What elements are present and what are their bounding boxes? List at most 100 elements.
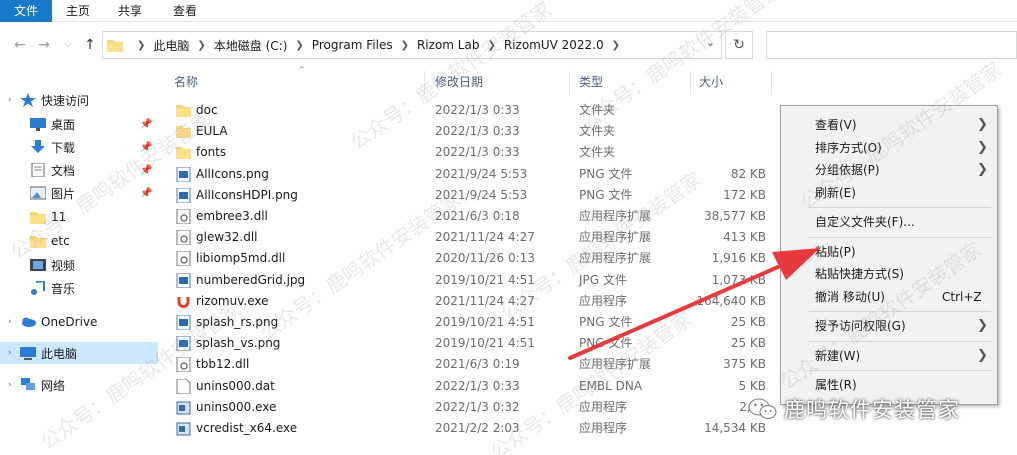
column-divider[interactable] [771,71,772,95]
pin-icon: 📌 [140,164,153,176]
sidebar-item[interactable]: 视频 [0,254,158,276]
breadcrumb-item[interactable]: RizomUV 2022.0 [504,38,604,52]
chevron-right-icon[interactable]: ❯ [401,40,409,51]
menu-item-label: 粘贴快捷方式(S) [815,267,904,281]
sidebar-item[interactable]: 文档 📌 [0,159,158,181]
tab-share[interactable]: 共享 [110,0,150,22]
search-input[interactable] [766,31,1017,59]
file-row[interactable]: splash_rs.png 2019/10/21 4:51 PNG 文件 25 KB [172,312,772,333]
file-row[interactable]: embree3.dll 2021/6/3 0:18 应用程序扩展 38,577 KB [172,206,772,227]
file-row[interactable]: AllIconsHDPI.png 2021/9/24 5:53 PNG 文件 172 … [172,185,772,206]
sidebar-item[interactable]: etc [0,230,158,252]
file-row[interactable]: fonts 2022/1/3 0:33 文件夹 [172,142,772,163]
menu-item-label: 自定义文件夹(F)... [815,215,915,229]
file-row[interactable]: libiomp5md.dll 2020/11/26 0:13 应用程序扩展 1,916… [172,248,772,269]
breadcrumb-item[interactable]: Rizom Lab [417,38,479,52]
address-bar[interactable]: ❯ 此电脑 ❯ 本地磁盘 (C:) ❯ Program Files ❯ Rizo… [102,31,722,59]
tab-home[interactable]: 主页 [58,0,98,22]
back-arrow-icon[interactable]: ← [10,35,30,55]
menu-item[interactable]: 查看(V) ❯ [781,114,997,136]
menu-item[interactable]: 排序方式(O) ❯ [781,137,997,159]
expand-chevron-icon[interactable]: › [8,348,18,358]
file-row[interactable]: doc 2022/1/3 0:33 文件夹 [172,100,772,121]
recent-locations-icon[interactable]: ⌵ [58,35,78,55]
breadcrumb-item[interactable]: 此电脑 [153,37,189,54]
expand-chevron-icon[interactable]: › [8,380,18,390]
file-row[interactable]: rizomuv.exe 2021/11/24 4:27 应用程序 164,640 KB [172,291,772,312]
column-divider[interactable] [690,71,691,95]
menu-item[interactable]: 粘贴快捷方式(S) [781,263,997,285]
file-size: 164,640 KB [696,293,766,308]
chevron-right-icon[interactable]: ❯ [487,40,495,51]
column-header-name[interactable]: 名称 [174,71,198,93]
column-header-type[interactable]: 类型 [579,71,603,93]
breadcrumb-item[interactable]: 本地磁盘 (C:) [214,37,288,54]
file-size: 172 KB [723,187,766,202]
file-row[interactable]: unins000.dat 2022/1/3 0:33 EMBL DNA 5 KB [172,376,772,397]
file-icon [176,208,191,225]
chevron-right-icon: ❯ [977,139,988,155]
menu-item[interactable]: 授予访问权限(G) ❯ [781,315,997,337]
sidebar-item[interactable]: 音乐 [0,277,158,299]
sidebar-item[interactable]: 11 [0,206,158,228]
sidebar-item-label: 下载 [51,140,76,155]
sidebar-item-label: 11 [51,210,67,224]
refresh-button[interactable]: ↻ [725,31,753,59]
menu-item-label: 授予访问权限(G) [815,319,906,333]
menu-item[interactable]: 刷新(E) [781,182,997,204]
chevron-right-icon[interactable]: ❯ [612,40,620,51]
file-row[interactable]: tbb12.dll 2021/6/3 0:19 应用程序扩展 375 KB [172,354,772,375]
chevron-right-icon[interactable]: ❯ [137,40,145,51]
file-size: 5 KB [738,378,766,393]
breadcrumb-item[interactable]: Program Files [312,38,393,52]
menu-item[interactable]: 撤消 移动(U) Ctrl+Z [781,286,997,308]
sidebar-item[interactable]: › 网络 [0,374,158,396]
file-row[interactable]: vcredist_x64.exe 2021/2/2 2:03 应用程序 14,534 … [172,418,772,439]
file-row[interactable]: splash_vs.png 2019/10/21 4:51 PNG 文件 25 KB [172,333,772,354]
sidebar-item[interactable]: 桌面 📌 [0,113,158,135]
sidebar-item[interactable]: 下载 📌 [0,136,158,158]
menu-item[interactable]: 分组依据(P) ❯ [781,159,997,181]
up-arrow-icon[interactable]: ↑ [80,35,100,55]
file-icon [176,356,191,373]
file-row[interactable]: AllIcons.png 2021/9/24 5:53 PNG 文件 82 KB [172,164,772,185]
menu-item-label: 属性(R) [815,378,857,392]
menu-separator [809,236,991,238]
chevron-right-icon[interactable]: ❯ [295,40,303,51]
sidebar-item[interactable]: 图片 📌 [0,182,158,204]
desktop-icon [30,117,46,131]
picture-icon [29,186,47,200]
menu-item[interactable]: 属性(R) [781,374,997,396]
tab-file[interactable]: 文件 [0,0,52,22]
file-name: fonts [196,145,227,160]
chevron-down-icon[interactable]: ⌄ [706,36,715,49]
file-date: 2021/6/3 0:18 [435,209,520,223]
column-divider[interactable] [569,71,570,95]
menu-item[interactable]: 新建(W) ❯ [781,345,997,367]
file-icon [176,250,191,267]
sidebar-item[interactable]: › 此电脑 [0,342,158,364]
file-row[interactable]: numberedGrid.jpg 2019/10/21 4:51 JPG 文件 1,0… [172,270,772,291]
menu-item[interactable]: 粘贴(P) [781,241,997,263]
forward-arrow-icon[interactable]: → [34,35,54,55]
chevron-right-icon[interactable]: ❯ [197,40,205,51]
file-row[interactable]: glew32.dll 2021/11/24 4:27 应用程序扩展 413 KB [172,227,772,248]
column-header-date[interactable]: 修改日期 [435,71,483,93]
file-name: numberedGrid.jpg [196,272,306,287]
file-type: PNG 文件 [579,187,633,202]
context-menu: 查看(V) ❯ 排序方式(O) ❯ 分组依据(P) ❯ 刷新(E) 自定义文件夹(F)... 粘… [780,105,998,405]
file-date: 2020/11/26 0:13 [435,251,535,266]
file-name: embree3.dll [196,209,268,223]
column-divider[interactable] [424,71,425,95]
tab-view[interactable]: 查看 [165,0,205,22]
expand-chevron-icon[interactable]: › [8,317,18,327]
menu-separator [809,311,991,312]
menu-item[interactable]: 自定义文件夹(F)... [781,211,997,233]
sidebar-item[interactable]: › OneDrive [0,311,158,333]
expand-chevron-icon[interactable]: › [8,95,18,105]
file-row[interactable]: unins000.exe 2022/1/3 0:32 应用程序 2,49 [172,397,772,418]
sidebar-item-label: 桌面 [51,117,76,132]
column-header-size[interactable]: 大小 [699,71,723,93]
file-row[interactable]: EULA 2022/1/3 0:33 文件夹 [172,121,772,142]
sidebar-item[interactable]: › 快速访问 [0,89,158,111]
